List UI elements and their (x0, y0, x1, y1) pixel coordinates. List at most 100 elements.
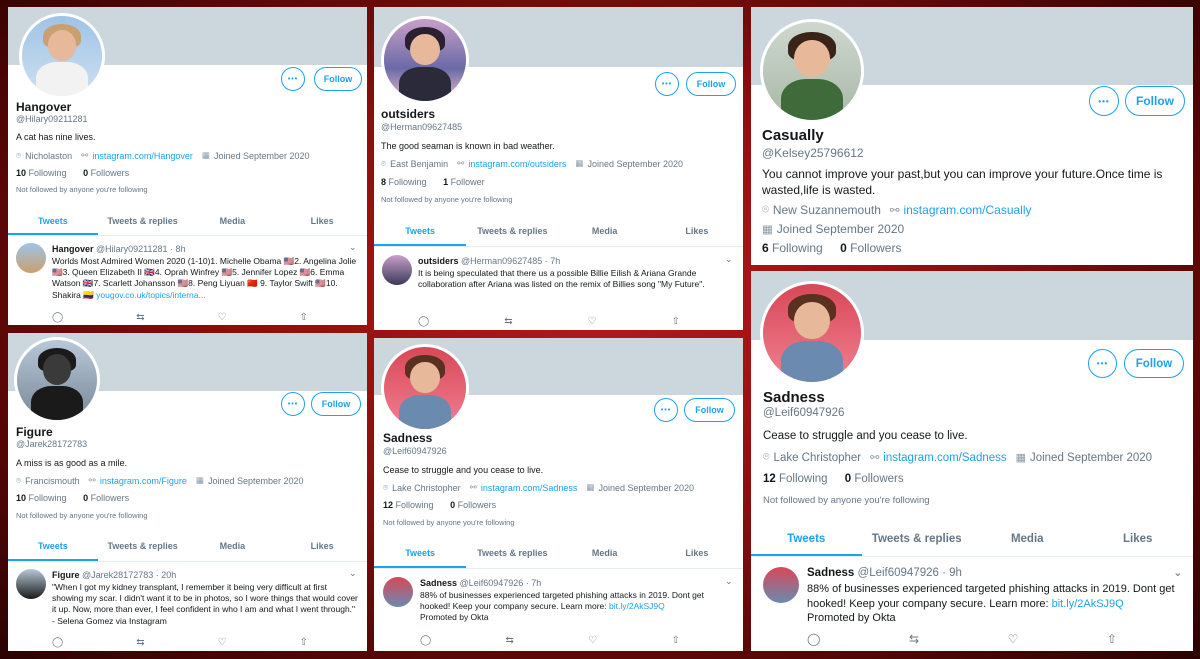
tweet-item[interactable]: Figure @Jarek28172783 · 20h ⌄ "When I go… (8, 565, 367, 651)
tweet-item[interactable]: Sadness @Leif60947926 · 7h ⌄ 88% of busi… (374, 573, 743, 651)
reply-icon[interactable]: ◯ (418, 316, 429, 327)
tab-tweets-replies[interactable]: Tweets & replies (466, 217, 558, 246)
reply-icon[interactable]: ◯ (52, 637, 63, 648)
retweet-icon[interactable]: ⇆ (506, 635, 514, 646)
more-options-button[interactable]: ••• (654, 398, 678, 422)
tab-tweets-replies[interactable]: Tweets & replies (862, 522, 973, 556)
heart-icon[interactable]: ♡ (1008, 632, 1019, 646)
heart-icon[interactable]: ♡ (588, 316, 597, 327)
follow-button[interactable]: Follow (1124, 349, 1184, 378)
retweet-icon[interactable]: ⇆ (504, 316, 512, 327)
followers-count[interactable]: 0 Followers (83, 493, 129, 503)
profile-tabs: Tweets Tweets & replies Media Likes (374, 217, 743, 247)
heart-icon[interactable]: ♡ (588, 635, 597, 646)
follow-button[interactable]: Follow (1125, 86, 1185, 116)
profile-url-link[interactable]: instagram.com/Sadness (883, 452, 1006, 464)
reply-icon[interactable]: ◯ (52, 312, 63, 323)
following-count[interactable]: 12 Following (383, 500, 434, 510)
tab-media[interactable]: Media (188, 207, 278, 235)
heart-icon[interactable]: ♡ (218, 637, 227, 648)
tweet-link[interactable]: yougov.co.uk/topics/interna... (96, 290, 205, 300)
chevron-down-icon[interactable]: ⌄ (349, 242, 357, 253)
tweet-link[interactable]: bit.ly/2AkSJ9Q (609, 601, 665, 611)
chevron-down-icon[interactable]: ⌄ (725, 254, 733, 265)
profile-meta: ⌾ Nicholaston ⚯ instagram.com/Hangover ▦ Jo… (16, 150, 361, 161)
profile-url-link[interactable]: instagram.com/Figure (100, 476, 187, 486)
profile-bio: Cease to struggle and you cease to live. (383, 465, 544, 475)
share-icon[interactable]: ⇧ (1107, 632, 1117, 646)
heart-icon[interactable]: ♡ (218, 312, 227, 323)
tab-tweets-replies[interactable]: Tweets & replies (466, 539, 558, 568)
retweet-icon[interactable]: ⇆ (909, 632, 919, 646)
chevron-down-icon[interactable]: ⌄ (1173, 565, 1183, 579)
tab-tweets[interactable]: Tweets (374, 539, 467, 568)
tab-likes[interactable]: Likes (651, 217, 743, 246)
profile-url-link[interactable]: instagram.com/Casually (903, 203, 1031, 217)
followers-count[interactable]: 0 Followers (83, 168, 129, 178)
following-count[interactable]: 12 Following (763, 473, 828, 485)
follow-button[interactable]: Follow (686, 72, 736, 96)
tab-tweets[interactable]: Tweets (8, 207, 98, 235)
followers-count[interactable]: 0 Followers (840, 241, 901, 255)
tweet-avatar[interactable] (382, 255, 412, 285)
following-count[interactable]: 6 Following (762, 241, 823, 255)
tab-tweets[interactable]: Tweets (374, 217, 467, 246)
tab-media[interactable]: Media (559, 217, 651, 246)
following-count[interactable]: 10 Following (16, 168, 67, 178)
more-options-button[interactable]: ••• (655, 72, 679, 96)
tab-media[interactable]: Media (188, 532, 278, 561)
retweet-icon[interactable]: ⇆ (136, 312, 144, 323)
following-count[interactable]: 8 Following (381, 177, 427, 187)
more-options-button[interactable]: ••• (281, 67, 305, 91)
tab-likes[interactable]: Likes (1083, 522, 1194, 556)
share-icon[interactable]: ⇧ (672, 635, 680, 646)
tweet-avatar[interactable] (16, 243, 46, 273)
tab-likes[interactable]: Likes (651, 539, 743, 568)
tweet-avatar[interactable] (763, 567, 799, 603)
not-followed-note: Not followed by anyone you're following (381, 195, 513, 204)
tab-media[interactable]: Media (559, 539, 651, 568)
avatar[interactable] (760, 19, 864, 123)
tab-tweets[interactable]: Tweets (751, 522, 862, 556)
share-icon[interactable]: ⇧ (300, 637, 308, 648)
tweet-header: Hangover @Hilary09211281 · 8h (52, 244, 186, 254)
share-icon[interactable]: ⇧ (672, 316, 680, 327)
tab-media[interactable]: Media (972, 522, 1083, 556)
avatar[interactable] (760, 281, 864, 385)
following-count[interactable]: 10 Following (16, 493, 67, 503)
more-options-button[interactable]: ••• (1089, 86, 1119, 116)
tab-likes[interactable]: Likes (277, 207, 367, 235)
followers-count[interactable]: 1 Follower (443, 177, 485, 187)
tab-tweets-replies[interactable]: Tweets & replies (98, 532, 188, 561)
avatar[interactable] (381, 16, 469, 104)
followers-count[interactable]: 0 Followers (845, 473, 904, 485)
tweet-link[interactable]: bit.ly/2AkSJ9Q (1052, 598, 1124, 610)
reply-icon[interactable]: ◯ (807, 632, 820, 646)
tab-tweets-replies[interactable]: Tweets & replies (98, 207, 188, 235)
follow-button[interactable]: Follow (311, 392, 361, 416)
chevron-down-icon[interactable]: ⌄ (349, 568, 357, 579)
followers-count[interactable]: 0 Followers (450, 500, 496, 510)
tweet-item[interactable]: Hangover @Hilary09211281 · 8h ⌄ Worlds M… (8, 239, 367, 325)
more-options-button[interactable]: ••• (281, 392, 305, 416)
reply-icon[interactable]: ◯ (420, 635, 431, 646)
profile-url-link[interactable]: instagram.com/Sadness (481, 483, 578, 493)
follow-button[interactable]: Follow (684, 398, 735, 422)
more-options-button[interactable]: ••• (1088, 349, 1117, 378)
chevron-down-icon[interactable]: ⌄ (725, 576, 733, 587)
follow-button[interactable]: Follow (314, 67, 362, 91)
tweet-avatar[interactable] (16, 569, 46, 599)
retweet-icon[interactable]: ⇆ (136, 637, 144, 648)
avatar[interactable] (14, 337, 100, 423)
tab-tweets[interactable]: Tweets (8, 532, 98, 561)
share-icon[interactable]: ⇧ (300, 312, 308, 323)
tweet-avatar[interactable] (383, 577, 413, 607)
tab-likes[interactable]: Likes (277, 532, 367, 561)
profile-meta: ⌾ Lake Christopher ⚯ instagram.com/Sadness… (763, 451, 1188, 464)
tweet-item[interactable]: Sadness @Leif60947926 · 9h ⌄ 88% of busi… (751, 562, 1193, 651)
avatar[interactable] (19, 13, 105, 99)
profile-url-link[interactable]: instagram.com/outsiders (468, 159, 566, 169)
tweet-item[interactable]: outsiders @Herman09627485 · 7h ⌄ It is b… (374, 251, 743, 330)
profile-url-link[interactable]: instagram.com/Hangover (92, 151, 193, 161)
avatar[interactable] (381, 344, 469, 432)
